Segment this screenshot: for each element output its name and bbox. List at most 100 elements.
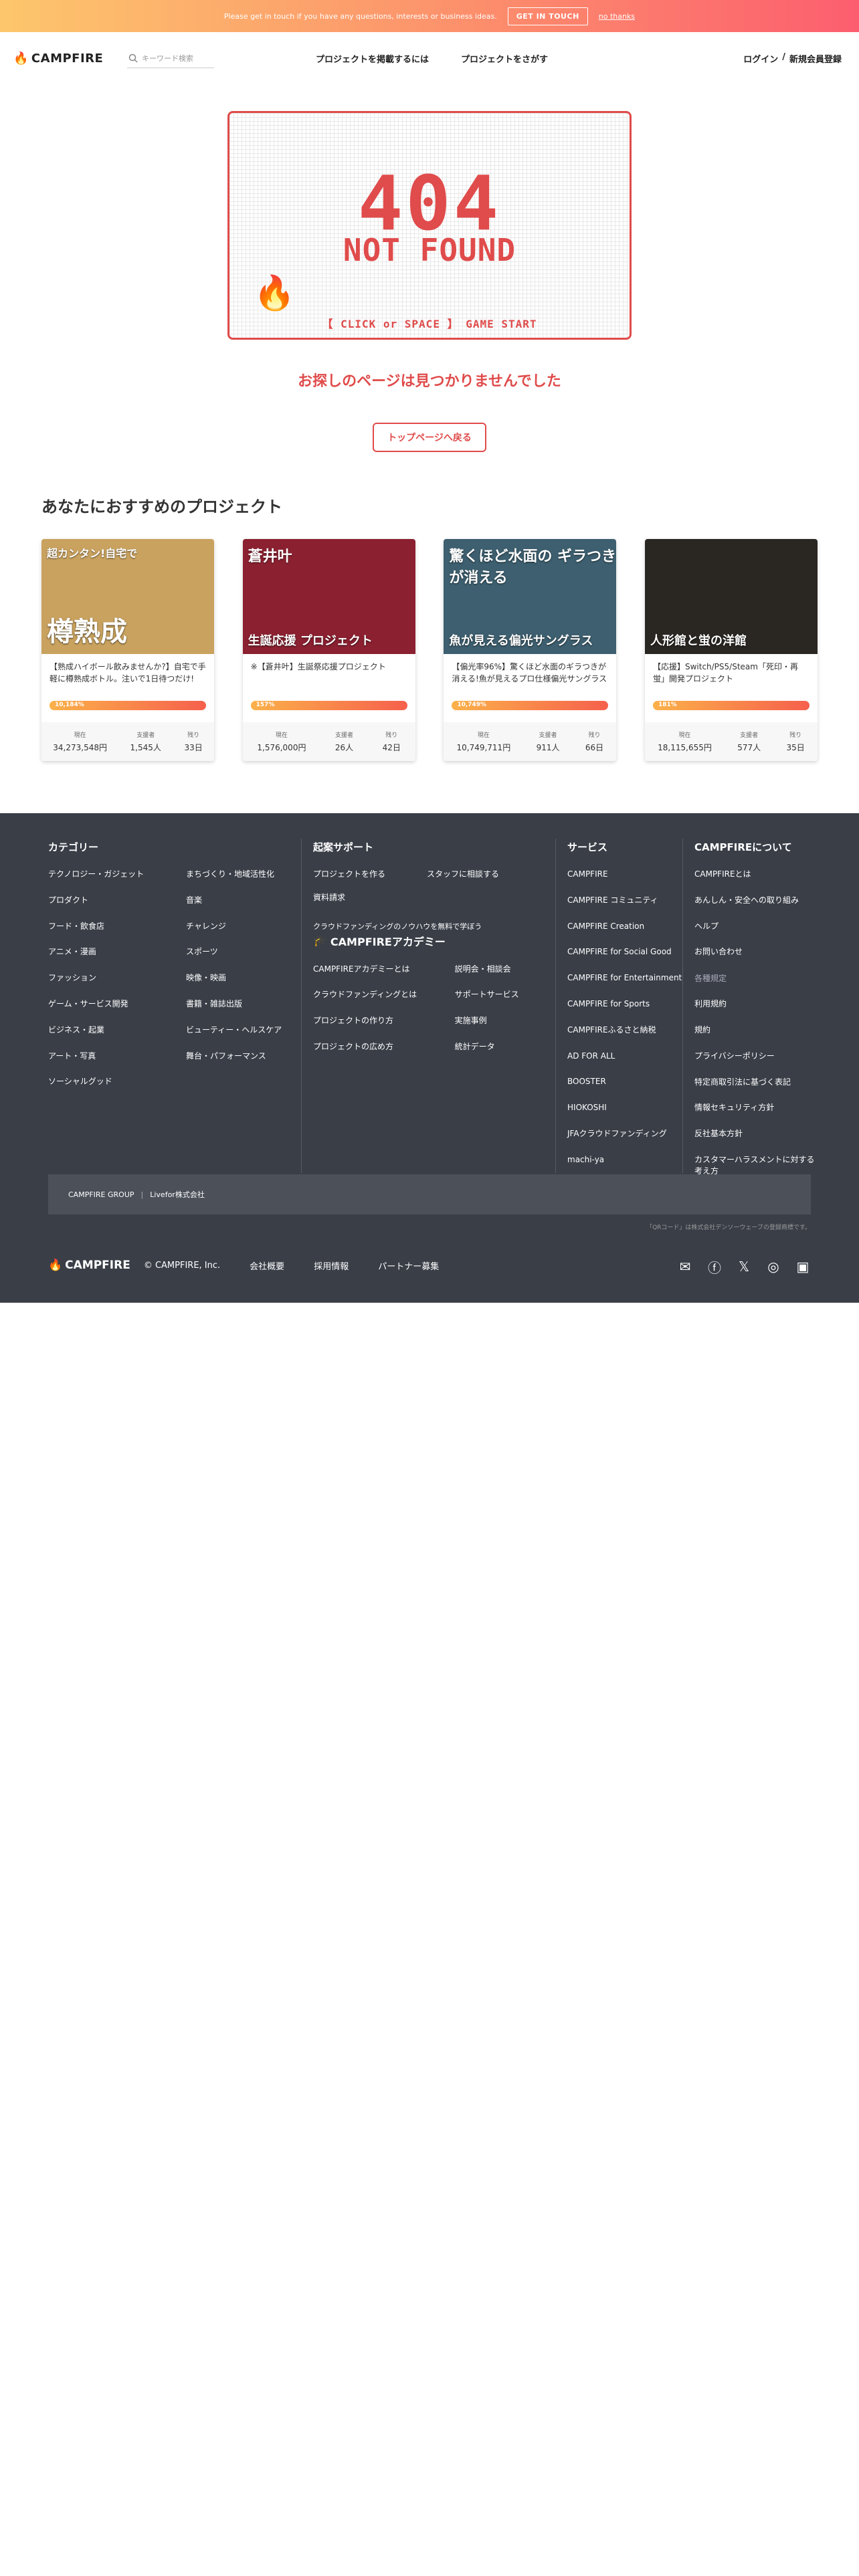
footer-rule-link[interactable]: 反社基本方針 (694, 1128, 815, 1140)
footer-support: 起案サポート プロジェクトを作る 資料請求 スタッフに相談する クラウドファンディ… (313, 840, 554, 1067)
footer-rule-link[interactable]: 利用規約 (694, 998, 815, 1010)
footer-category-link[interactable]: プロダクト (48, 895, 186, 906)
project-card[interactable]: 蒼井叶 生誕応援 プロジェクト ※【蒼井叶】生誕祭応援プロジェクト 157% 現在 1,5… (242, 539, 415, 761)
footer-link-partners[interactable]: パートナー募集 (378, 1259, 439, 1272)
footer-category-link[interactable]: ソーシャルグッド (48, 1076, 186, 1087)
footer-rule-link[interactable]: プライバシーポリシー (694, 1051, 815, 1062)
footer-about-link[interactable]: CAMPFIREとは (694, 869, 815, 880)
stat-label: 支援者 (539, 732, 557, 739)
campfire-logo[interactable]: 🔥 CAMPFIRE (13, 51, 114, 66)
footer-service-link[interactable]: CAMPFIRE for Entertainment (567, 972, 688, 984)
search-box[interactable]: キーワード検索 (127, 49, 214, 68)
footer-support-link[interactable]: プロジェクトを作る (313, 869, 427, 880)
footer-category-link[interactable]: テクノロジー・ガジェット (48, 869, 186, 880)
footer-category-link[interactable]: 映像・映画 (186, 972, 300, 984)
footer-rule-link[interactable]: 情報セキュリティ方針 (694, 1102, 815, 1113)
project-card[interactable]: 驚くほど水面の ギラつきが消える 魚が見える偏光サングラス 【偏光率96%】驚くほど… (444, 539, 617, 761)
footer-link-company[interactable]: 会社概要 (250, 1259, 284, 1272)
no-thanks-link[interactable]: no thanks (599, 12, 635, 21)
back-to-top-button[interactable]: トップページへ戻る (373, 423, 486, 452)
footer-academy-link[interactable]: サポートサービス (455, 989, 554, 1000)
stat-amount: 現在 18,115,655円 (658, 730, 712, 753)
project-thumbnail[interactable]: 人形館と蛍の洋館 (644, 539, 818, 654)
funding-progress-bar: 181% (652, 701, 809, 710)
group-company-link[interactable]: Livefor株式会社 (150, 1189, 205, 1200)
footer-category-link[interactable]: チャレンジ (186, 921, 300, 932)
footer-rule-link[interactable]: 規約 (694, 1025, 815, 1036)
footer-logo[interactable]: 🔥 CAMPFIRE (48, 1259, 130, 1272)
academy-title[interactable]: 🎓 CAMPFIREアカデミー (313, 933, 554, 949)
footer-service-link[interactable]: BOOSTER (567, 1076, 688, 1087)
footer-academy-link[interactable]: クラウドファンディングとは (313, 989, 455, 1000)
footer-support-link[interactable]: 資料請求 (313, 892, 427, 903)
nav-find-project[interactable]: プロジェクトをさがす (461, 52, 548, 65)
footer-academy-link[interactable]: プロジェクトの作り方 (313, 1015, 455, 1027)
search-input[interactable]: キーワード検索 (142, 53, 193, 64)
project-title[interactable]: ※【蒼井叶】生誕祭応援プロジェクト (243, 654, 415, 698)
project-thumbnail[interactable]: 超カンタン!自宅で 樽熟成 (41, 539, 214, 654)
footer-academy-link[interactable]: 説明会・相談会 (455, 964, 554, 975)
stat-value: 42日 (382, 743, 401, 752)
footer-rule-link[interactable]: 特定商取引法に基づく表記 (694, 1077, 815, 1088)
x-icon[interactable]: 𝕏 (736, 1259, 752, 1275)
project-thumbnail[interactable]: 蒼井叶 生誕応援 プロジェクト (242, 539, 415, 654)
footer-service-link[interactable]: AD FOR ALL (567, 1051, 688, 1062)
project-card[interactable]: 人形館と蛍の洋館【応援】Switch/PS5/Steam「死印・再蛍」開発プロジ… (644, 539, 818, 761)
search-icon (128, 53, 138, 63)
footer-category-link[interactable]: ビューティー・ヘルスケア (186, 1025, 300, 1036)
footer-service-link[interactable]: CAMPFIRE Creation (567, 921, 688, 932)
stat-label: 残り (789, 732, 802, 739)
footer-service-link[interactable]: CAMPFIRE for Social Good (567, 946, 688, 958)
footer-service-link[interactable]: CAMPFIRE (567, 869, 688, 880)
footer-category-link[interactable]: まちづくり・地域活性化 (186, 869, 300, 880)
footer-academy-link[interactable]: 統計データ (455, 1041, 554, 1053)
footer-category-link[interactable]: 舞台・パフォーマンス (186, 1051, 300, 1062)
project-thumbnail[interactable]: 驚くほど水面の ギラつきが消える 魚が見える偏光サングラス (444, 539, 617, 654)
footer-service-link[interactable]: CAMPFIRE for Sports (567, 998, 688, 1010)
announcement-text: Please get in touch if you have any ques… (223, 11, 497, 21)
footer-service-link[interactable]: HIOKOSHI (567, 1102, 688, 1113)
footer-rule-link[interactable]: カスタマーハラスメントに対する考え方 (694, 1154, 815, 1177)
404-game-canvas[interactable]: 404 NOT FOUND 🔥 【 CLICK or SPACE 】 GAME … (227, 111, 632, 340)
footer-category-link[interactable]: ゲーム・サービス開発 (48, 998, 186, 1010)
login-link[interactable]: ログイン (743, 52, 778, 65)
funding-percent: 181% (658, 702, 677, 708)
footer-about-link[interactable]: お問い合わせ (694, 946, 815, 958)
footer-academy-link[interactable]: プロジェクトの広め方 (313, 1041, 455, 1053)
register-link[interactable]: 新規会員登録 (789, 52, 842, 65)
footer-support-link[interactable]: スタッフに相談する (427, 869, 541, 880)
footer-category-link[interactable]: フード・飲食店 (48, 921, 186, 932)
footer-category-link[interactable]: 音楽 (186, 895, 300, 906)
footer-about-link[interactable]: ヘルプ (694, 921, 815, 932)
thumbnail-caption-bottom: 人形館と蛍の洋館 (650, 634, 747, 648)
footer-service-link[interactable]: JFAクラウドファンディング (567, 1128, 688, 1140)
footer-category-link[interactable]: アニメ・漫画 (48, 946, 186, 958)
mail-icon[interactable]: ✉ (677, 1259, 693, 1275)
footer-about-link[interactable]: あんしん・安全への取り組み (694, 895, 815, 906)
academy-lead: クラウドファンディングのノウハウを無料で学ぼう (313, 922, 482, 931)
footer-category-link[interactable]: 書籍・雑誌出版 (186, 998, 300, 1010)
line-icon[interactable]: ▣ (795, 1259, 811, 1275)
project-title[interactable]: 【応援】Switch/PS5/Steam「死印・再蛍」開発プロジェクト (645, 654, 818, 698)
project-title[interactable]: 【偏光率96%】驚くほど水面のギラつきが消える!魚が見えるプロ仕様偏光サングラス (444, 654, 616, 698)
footer-service-link[interactable]: machi-ya (567, 1154, 688, 1166)
get-in-touch-button[interactable]: GET IN TOUCH (507, 7, 588, 25)
footer-link-careers[interactable]: 採用情報 (314, 1259, 349, 1272)
instagram-icon[interactable]: ◎ (765, 1259, 781, 1275)
facebook-icon[interactable]: ⓕ (706, 1259, 723, 1276)
stat-supporters: 支援者 577人 (737, 730, 761, 753)
auth-links: ログイン / 新規会員登録 (743, 52, 842, 65)
footer-category-link[interactable]: ビジネス・起業 (48, 1025, 186, 1036)
footer-category-link[interactable]: アート・写真 (48, 1051, 186, 1062)
nav-post-project[interactable]: プロジェクトを掲載するには (316, 52, 429, 65)
footer-service-link[interactable]: CAMPFIREふるさと納税 (567, 1025, 688, 1036)
social-links: ✉ ⓕ 𝕏 ◎ ▣ (677, 1259, 811, 1276)
footer-service-link[interactable]: CAMPFIRE コミュニティ (567, 895, 688, 906)
footer-academy-link[interactable]: CAMPFIREアカデミーとは (313, 964, 455, 975)
stat-value: 33日 (184, 743, 203, 752)
project-title[interactable]: 【熟成ハイボール飲みませんか?】自宅で手軽に樽熟成ボトル。注いで1日待つだけ! (41, 654, 214, 698)
footer-category-link[interactable]: スポーツ (186, 946, 300, 958)
footer-academy-link[interactable]: 実施事例 (455, 1015, 554, 1027)
project-card[interactable]: 超カンタン!自宅で 樽熟成 【熟成ハイボール飲みませんか?】自宅で手軽に樽熟成ボトル… (41, 539, 214, 761)
footer-category-link[interactable]: ファッション (48, 972, 186, 984)
